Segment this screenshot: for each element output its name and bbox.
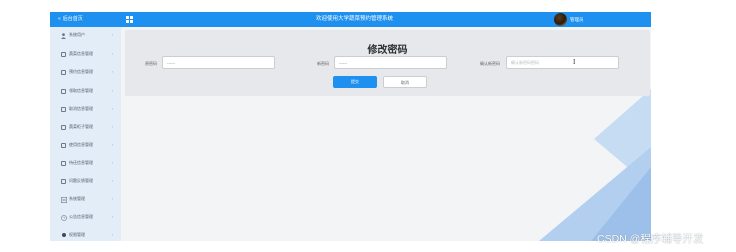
- chevron-right-icon: ›: [112, 196, 114, 201]
- square-icon: [61, 143, 66, 148]
- chevron-right-icon: ›: [112, 51, 114, 56]
- sidebar-item-pickup-info[interactable]: 领取信息管理 ›: [50, 85, 121, 97]
- confirm-password-label: 确认新密码: [480, 61, 500, 66]
- sidebar-item-label: 蔬菜柜子管理: [69, 124, 93, 129]
- square-icon: [61, 52, 66, 57]
- chevron-right-icon: ›: [112, 142, 114, 147]
- chevron-right-icon: ›: [112, 232, 114, 237]
- back-arrow-icon: «: [58, 16, 61, 22]
- system-title: 欢迎使用大学蔬菜预约管理系统: [316, 16, 394, 22]
- sidebar-item-cancel-info[interactable]: 取消信息管理 ›: [50, 103, 121, 115]
- change-password-form: 修改密码 原密码 新密码 确认新密码 I 提交 取消: [125, 30, 650, 96]
- square-icon: [61, 179, 66, 184]
- dot-icon: [62, 233, 66, 237]
- sidebar-back-link[interactable]: «后台首页: [50, 12, 121, 27]
- watermark: CSDN @程序辅导开发: [597, 233, 704, 245]
- sidebar-item-announcements[interactable]: 公告信息管理 ›: [50, 211, 121, 223]
- sidebar-item-label: 公告信息管理: [69, 214, 93, 219]
- sidebar-item-label: 待还信息管理: [69, 160, 93, 165]
- sidebar-back-label: 后台首页: [62, 16, 83, 22]
- new-password-input[interactable]: [334, 56, 447, 69]
- sidebar-item-feedback[interactable]: 问题反馈管理 ›: [50, 175, 121, 187]
- chevron-right-icon: ›: [112, 214, 114, 219]
- sidebar-item-label: 权限管理: [69, 232, 85, 237]
- sidebar-item-reservation-info[interactable]: 预约信息管理 ›: [50, 66, 121, 78]
- sidebar: «后台首页 系统用户 › 蔬菜信息管理 › 预约信息管理 › 领取信息管理 ›: [50, 12, 121, 241]
- confirm-password-input[interactable]: [506, 56, 619, 69]
- chevron-right-icon: ›: [112, 124, 114, 129]
- sidebar-item-label: 取消信息管理: [69, 106, 93, 111]
- top-bar: 欢迎使用大学蔬菜预约管理系统 管理员: [121, 12, 651, 27]
- chevron-right-icon: ›: [112, 160, 114, 165]
- sidebar-item-label: 问题反馈管理: [69, 178, 93, 183]
- avatar[interactable]: [554, 13, 567, 26]
- chevron-right-icon: ›: [112, 32, 114, 37]
- list-icon: [61, 196, 68, 204]
- grid-menu-icon[interactable]: [126, 16, 133, 23]
- text-cursor-icon: I: [573, 58, 576, 66]
- sidebar-item-label: 系统用户: [69, 32, 85, 37]
- old-password-input[interactable]: [162, 56, 275, 69]
- sidebar-item-permissions[interactable]: 权限管理 ›: [50, 229, 121, 241]
- square-icon: [61, 70, 66, 75]
- new-password-label: 新密码: [317, 61, 329, 66]
- old-password-label: 原密码: [145, 61, 157, 66]
- square-icon: [61, 107, 66, 112]
- user-icon: [61, 32, 66, 39]
- sidebar-item-label: 使用信息管理: [69, 142, 93, 147]
- sidebar-item-label: 蔬菜信息管理: [69, 51, 93, 56]
- sidebar-item-pending-return[interactable]: 待还信息管理 ›: [50, 157, 121, 169]
- submit-button[interactable]: 提交: [333, 76, 377, 88]
- square-icon: [61, 89, 66, 94]
- clock-icon: [61, 214, 67, 221]
- sidebar-item-label: 领取信息管理: [69, 88, 93, 93]
- chevron-right-icon: ›: [112, 106, 114, 111]
- square-icon: [61, 161, 66, 166]
- main-content: 修改密码 原密码 新密码 确认新密码 I 提交 取消: [121, 27, 651, 241]
- sidebar-item-lockers[interactable]: 蔬菜柜子管理 ›: [50, 121, 121, 133]
- sidebar-item-label: 预约信息管理: [69, 69, 93, 74]
- chevron-right-icon: ›: [112, 178, 114, 183]
- chevron-right-icon: ›: [112, 69, 114, 74]
- square-icon: [61, 125, 66, 130]
- cancel-button[interactable]: 取消: [383, 76, 427, 88]
- sidebar-item-system-management[interactable]: 系统管理 ›: [50, 193, 121, 205]
- form-title: 修改密码: [367, 45, 408, 56]
- username-label[interactable]: 管理员: [570, 12, 584, 27]
- sidebar-item-label: 系统管理: [69, 196, 85, 201]
- app-window: «后台首页 系统用户 › 蔬菜信息管理 › 预约信息管理 › 领取信息管理 ›: [0, 0, 736, 252]
- chevron-right-icon: ›: [112, 88, 114, 93]
- sidebar-item-system-users[interactable]: 系统用户 ›: [50, 29, 121, 41]
- sidebar-item-vegetable-info[interactable]: 蔬菜信息管理 ›: [50, 48, 121, 60]
- sidebar-item-usage-info[interactable]: 使用信息管理 ›: [50, 139, 121, 151]
